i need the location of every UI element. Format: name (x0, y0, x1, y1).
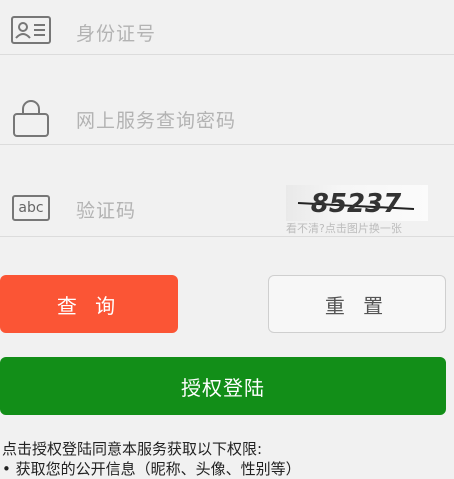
password-input[interactable]: 网上服务查询密码 (76, 106, 236, 133)
keyboard-icon: abc (10, 192, 52, 224)
reset-button-label: 重 置 (324, 293, 390, 318)
id-number-input[interactable]: 身份证号 (76, 19, 156, 46)
id-card-icon (10, 14, 52, 46)
authorize-login-button-label: 授权登陆 (181, 375, 265, 400)
divider (0, 236, 454, 237)
permission-notice: 点击授权登陆同意本服务获取以下权限: (2, 440, 263, 458)
query-button[interactable]: 查 询 (0, 275, 178, 333)
divider (0, 54, 454, 55)
reset-button[interactable]: 重 置 (268, 275, 446, 333)
query-button-label: 查 询 (56, 293, 122, 318)
captcha-code: 85237 (311, 189, 402, 219)
lock-icon (10, 100, 52, 137)
captcha-image[interactable]: 85237 (286, 185, 428, 221)
permission-item: • 获取您的公开信息（昵称、头像、性别等） (2, 460, 301, 478)
keyboard-icon-label: abc (12, 195, 50, 221)
id-number-row[interactable]: 身份证号 (0, 0, 454, 68)
captcha-input[interactable]: 验证码 (76, 196, 136, 223)
divider (0, 144, 454, 145)
authorize-login-button[interactable]: 授权登陆 (0, 357, 446, 415)
captcha-refresh-hint[interactable]: 看不清?点击图片换一张 (286, 220, 402, 236)
